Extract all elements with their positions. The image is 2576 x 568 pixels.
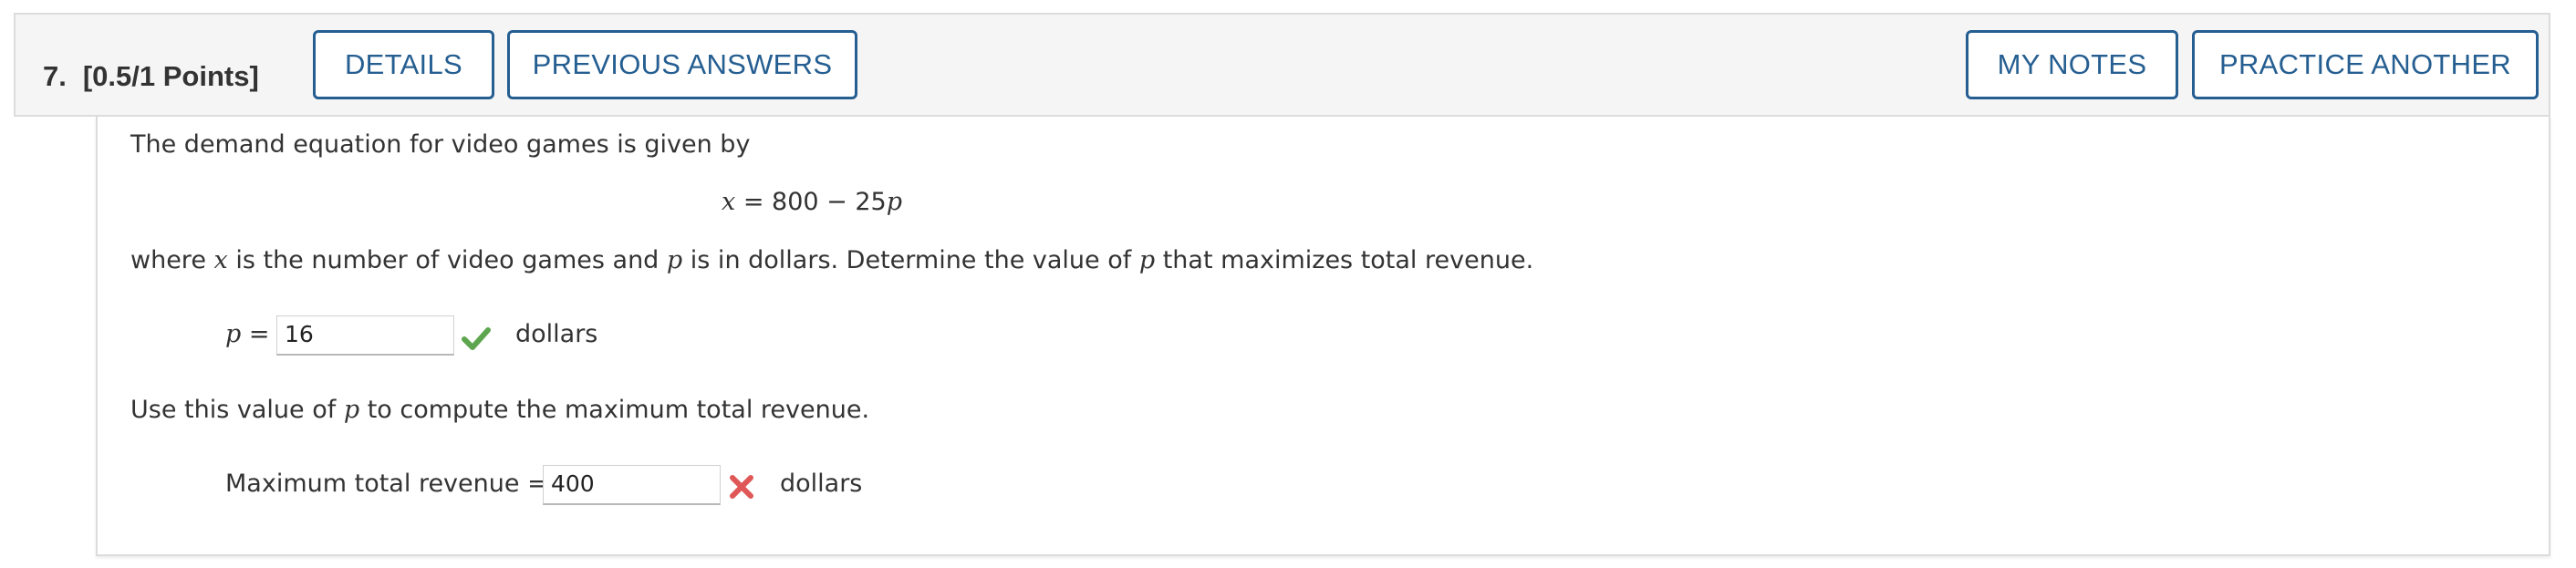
statement-var-x: x: [213, 246, 228, 274]
statement-text-2: is the number of video games and: [227, 246, 667, 274]
answer1-label-eq: =: [241, 320, 270, 348]
question-number: 7. [0.5/1 Points]: [43, 60, 259, 93]
use-value-text: Use this value of p to compute the maxim…: [130, 396, 869, 424]
my-notes-button[interactable]: MY NOTES: [1966, 30, 2178, 99]
use-text-2: to compute the maximum total revenue.: [359, 396, 870, 424]
previous-answers-button[interactable]: PREVIOUS ANSWERS: [507, 30, 857, 99]
equation-var-p: p: [886, 188, 903, 216]
statement-text-1: where: [130, 246, 214, 274]
answer1-label: p =: [225, 320, 270, 348]
statement-var-p2: p: [1138, 246, 1156, 274]
answer1-label-var: p: [225, 320, 242, 348]
use-text-1: Use this value of: [130, 396, 344, 424]
x-mark-icon: [730, 475, 753, 499]
question-points: [0.5/1 Points]: [82, 60, 259, 92]
problem-intro: The demand equation for video games is g…: [130, 130, 751, 159]
p-answer-input[interactable]: 16: [276, 315, 454, 356]
answer2-label: Maximum total revenue =: [225, 470, 548, 498]
question-body: The demand equation for video games is g…: [96, 117, 2550, 556]
statement-var-p1: p: [666, 246, 683, 274]
checkmark-icon: [462, 327, 491, 350]
question-header: 7. [0.5/1 Points] DETAILS PREVIOUS ANSWER…: [14, 13, 2550, 117]
max-revenue-input[interactable]: 400: [543, 465, 721, 505]
equation-var-x: x: [722, 188, 736, 216]
statement-text-3: is in dollars. Determine the value of: [682, 246, 1139, 274]
use-text-var-p: p: [343, 396, 360, 424]
details-button[interactable]: DETAILS: [313, 30, 494, 99]
statement-text-4: that maximizes total revenue.: [1155, 246, 1534, 274]
equation-rhs: = 800 − 25: [743, 188, 887, 216]
problem-statement: where x is the number of video games and…: [130, 246, 1533, 274]
practice-another-button[interactable]: PRACTICE ANOTHER: [2192, 30, 2539, 99]
answer1-unit: dollars: [515, 320, 598, 348]
question-number-label: 7.: [43, 60, 67, 92]
answer2-unit: dollars: [780, 470, 863, 498]
demand-equation: x = 800 − 25p: [722, 188, 902, 216]
